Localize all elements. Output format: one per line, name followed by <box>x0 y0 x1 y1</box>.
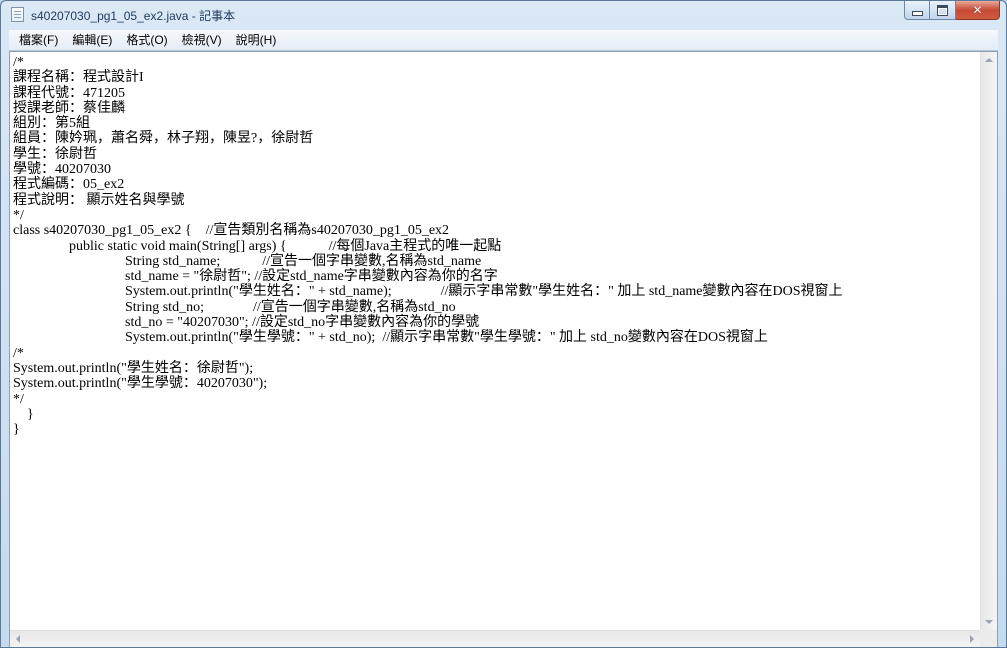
text-editor[interactable]: /* 課程名稱：程式設計I 課程代號：471205 授課老師：蔡佳麟 組別：第5… <box>10 52 980 630</box>
notepad-window: s40207030_pg1_05_ex2.java - 記事本 ✕ 檔案(F) … <box>0 0 1007 648</box>
code-line: } <box>13 406 34 422</box>
menu-edit[interactable]: 編輯(E) <box>65 31 119 49</box>
editor-area: /* 課程名稱：程式設計I 課程代號：471205 授課老師：蔡佳麟 組別：第5… <box>9 51 998 647</box>
code-line: System.out.println("學生姓名：" + std_name); … <box>13 284 843 300</box>
maximize-icon <box>937 4 948 16</box>
code-line: 授課老師：蔡佳麟 <box>13 100 125 116</box>
minimize-icon <box>911 11 923 16</box>
code-line: */ <box>13 207 24 223</box>
code-line: 程式編碼：05_ex2 <box>13 177 125 193</box>
scroll-down-icon[interactable] <box>985 620 993 624</box>
close-icon: ✕ <box>972 3 983 17</box>
horizontal-scrollbar[interactable] <box>10 630 980 647</box>
code-line: 課程代號：471205 <box>13 85 125 101</box>
code-line: /* <box>13 345 24 361</box>
close-button[interactable]: ✕ <box>956 1 1000 20</box>
menu-bar: 檔案(F) 編輯(E) 格式(O) 檢視(V) 說明(H) <box>9 30 998 51</box>
menu-format[interactable]: 格式(O) <box>119 31 174 49</box>
window-title: s40207030_pg1_05_ex2.java - 記事本 <box>31 9 236 23</box>
menu-file[interactable]: 檔案(F) <box>12 31 65 49</box>
menu-view[interactable]: 檢視(V) <box>175 31 229 49</box>
code-line: /* <box>13 55 24 70</box>
code-line: System.out.println("學生姓名：徐尉哲"); <box>13 360 254 376</box>
scroll-up-icon[interactable] <box>985 58 993 62</box>
code-line: System.out.println("學生學號：" + std_no); //… <box>13 330 768 346</box>
code-line: class s40207030_pg1_05_ex2 { //宣告類別名稱為s4… <box>13 223 450 239</box>
code-line: } <box>13 422 20 438</box>
scroll-right-icon[interactable] <box>970 635 974 643</box>
code-line: std_name = "徐尉哲"; //設定std_name字串變數內容為你的名… <box>13 269 498 285</box>
code-line: 學號：40207030 <box>13 162 111 178</box>
code-line: 組員：陳妗珮，蕭名舜，林子翔，陳昱?，徐尉哲 <box>13 131 314 147</box>
scroll-left-icon[interactable] <box>16 635 20 643</box>
menu-help[interactable]: 說明(H) <box>229 31 284 49</box>
title-bar[interactable]: s40207030_pg1_05_ex2.java - 記事本 ✕ <box>1 1 1006 30</box>
code-line: 學生：徐尉哲 <box>13 146 97 162</box>
code-line: 課程名稱：程式設計I <box>13 70 144 86</box>
code-line: */ <box>13 391 24 407</box>
code-line: String std_name; //宣告一個字串變數,名稱為std_name <box>13 253 482 269</box>
scrollbar-corner <box>980 630 997 647</box>
caption-buttons: ✕ <box>904 1 1000 21</box>
vertical-scrollbar[interactable] <box>980 52 997 630</box>
notepad-icon[interactable] <box>11 7 24 22</box>
maximize-button[interactable] <box>930 1 956 20</box>
code-line: 程式說明： 顯示姓名與學號 <box>13 192 185 208</box>
minimize-button[interactable] <box>904 1 930 20</box>
code-line: System.out.println("學生學號：40207030"); <box>13 376 268 392</box>
code-line: 組別：第5組 <box>13 116 90 132</box>
code-line: String std_no; //宣告一個字串變數,名稱為std_no <box>13 299 456 315</box>
code-line: public static void main(String[] args) {… <box>13 238 502 254</box>
code-line: std_no = "40207030"; //設定std_no字串變數內容為你的… <box>13 315 480 331</box>
